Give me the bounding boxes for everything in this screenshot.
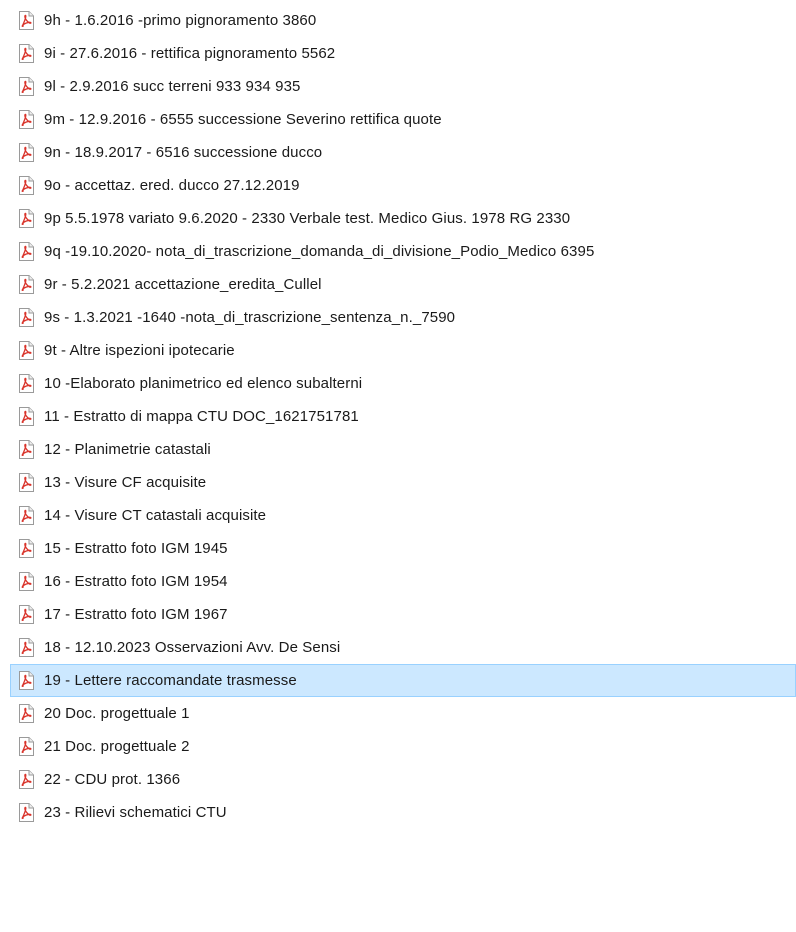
file-name: 19 - Lettere raccomandate trasmesse (44, 672, 297, 689)
file-item[interactable]: 9o - accettaz. ered. ducco 27.12.2019 (0, 169, 796, 202)
file-name: 9t - Altre ispezioni ipotecarie (44, 342, 235, 359)
pdf-file-icon (19, 770, 34, 789)
file-name: 21 Doc. progettuale 2 (44, 738, 190, 755)
file-item[interactable]: 22 - CDU prot. 1366 (0, 763, 796, 796)
file-name: 15 - Estratto foto IGM 1945 (44, 540, 228, 557)
file-item[interactable]: 13 - Visure CF acquisite (0, 466, 796, 499)
pdf-file-icon (19, 407, 34, 426)
file-name: 9m - 12.9.2016 - 6555 successione Severi… (44, 111, 442, 128)
file-name: 10 -Elaborato planimetrico ed elenco sub… (44, 375, 363, 392)
pdf-file-icon (19, 242, 34, 261)
pdf-file-icon (19, 704, 34, 723)
pdf-file-icon (19, 143, 34, 162)
file-name: 9s - 1.3.2021 -1640 -nota_di_trascrizion… (44, 309, 456, 326)
file-item[interactable]: 9r - 5.2.2021 accettazione_eredita_Culle… (0, 268, 796, 301)
file-name: 12 - Planimetrie catastali (44, 441, 211, 458)
file-name: 17 - Estratto foto IGM 1967 (44, 606, 228, 623)
pdf-file-icon (19, 539, 34, 558)
file-item[interactable]: 10 -Elaborato planimetrico ed elenco sub… (0, 367, 796, 400)
file-item[interactable]: 21 Doc. progettuale 2 (0, 730, 796, 763)
file-name: 9l - 2.9.2016 succ terreni 933 934 935 (44, 78, 301, 95)
file-item[interactable]: 17 - Estratto foto IGM 1967 (0, 598, 796, 631)
file-name: 9r - 5.2.2021 accettazione_eredita_Culle… (44, 276, 322, 293)
file-item[interactable]: 9n - 18.9.2017 - 6516 successione ducco (0, 136, 796, 169)
pdf-file-icon (19, 440, 34, 459)
file-list: 9h - 1.6.2016 -primo pignoramento 3860 9… (0, 0, 796, 829)
file-name: 9i - 27.6.2016 - rettifica pignoramento … (44, 45, 336, 62)
file-name: 9o - accettaz. ered. ducco 27.12.2019 (44, 177, 300, 194)
file-name: 13 - Visure CF acquisite (44, 474, 207, 491)
file-item[interactable]: 23 - Rilievi schematici CTU (0, 796, 796, 829)
file-name: 9n - 18.9.2017 - 6516 successione ducco (44, 144, 323, 161)
pdf-file-icon (19, 638, 34, 657)
file-name: 11 - Estratto di mappa CTU DOC_162175178… (44, 408, 359, 425)
file-item[interactable]: 19 - Lettere raccomandate trasmesse (10, 664, 796, 697)
file-name: 9p 5.5.1978 variato 9.6.2020 - 2330 Verb… (44, 210, 571, 227)
pdf-file-icon (19, 374, 34, 393)
pdf-file-icon (19, 572, 34, 591)
file-item[interactable]: 9m - 12.9.2016 - 6555 successione Severi… (0, 103, 796, 136)
pdf-file-icon (19, 44, 34, 63)
file-item[interactable]: 16 - Estratto foto IGM 1954 (0, 565, 796, 598)
file-name: 14 - Visure CT catastali acquisite (44, 507, 267, 524)
pdf-file-icon (19, 275, 34, 294)
file-name: 22 - CDU prot. 1366 (44, 771, 181, 788)
pdf-file-icon (19, 605, 34, 624)
file-name: 20 Doc. progettuale 1 (44, 705, 190, 722)
file-item[interactable]: 14 - Visure CT catastali acquisite (0, 499, 796, 532)
file-item[interactable]: 9h - 1.6.2016 -primo pignoramento 3860 (0, 4, 796, 37)
file-name: 16 - Estratto foto IGM 1954 (44, 573, 228, 590)
pdf-file-icon (19, 77, 34, 96)
file-name: 9h - 1.6.2016 -primo pignoramento 3860 (44, 12, 317, 29)
pdf-file-icon (19, 341, 34, 360)
file-item[interactable]: 15 - Estratto foto IGM 1945 (0, 532, 796, 565)
pdf-file-icon (19, 671, 34, 690)
file-item[interactable]: 9l - 2.9.2016 succ terreni 933 934 935 (0, 70, 796, 103)
file-item[interactable]: 12 - Planimetrie catastali (0, 433, 796, 466)
pdf-file-icon (19, 11, 34, 30)
file-item[interactable]: 9q -19.10.2020- nota_di_trascrizione_dom… (0, 235, 796, 268)
file-item[interactable]: 9t - Altre ispezioni ipotecarie (0, 334, 796, 367)
file-name: 9q -19.10.2020- nota_di_trascrizione_dom… (44, 243, 595, 260)
pdf-file-icon (19, 473, 34, 492)
file-item[interactable]: 9i - 27.6.2016 - rettifica pignoramento … (0, 37, 796, 70)
file-item[interactable]: 20 Doc. progettuale 1 (0, 697, 796, 730)
file-item[interactable]: 18 - 12.10.2023 Osservazioni Avv. De Sen… (0, 631, 796, 664)
pdf-file-icon (19, 803, 34, 822)
pdf-file-icon (19, 209, 34, 228)
pdf-file-icon (19, 176, 34, 195)
file-name: 18 - 12.10.2023 Osservazioni Avv. De Sen… (44, 639, 341, 656)
pdf-file-icon (19, 506, 34, 525)
file-item[interactable]: 11 - Estratto di mappa CTU DOC_162175178… (0, 400, 796, 433)
file-name: 23 - Rilievi schematici CTU (44, 804, 227, 821)
pdf-file-icon (19, 308, 34, 327)
pdf-file-icon (19, 110, 34, 129)
pdf-file-icon (19, 737, 34, 756)
file-item[interactable]: 9p 5.5.1978 variato 9.6.2020 - 2330 Verb… (0, 202, 796, 235)
file-item[interactable]: 9s - 1.3.2021 -1640 -nota_di_trascrizion… (0, 301, 796, 334)
